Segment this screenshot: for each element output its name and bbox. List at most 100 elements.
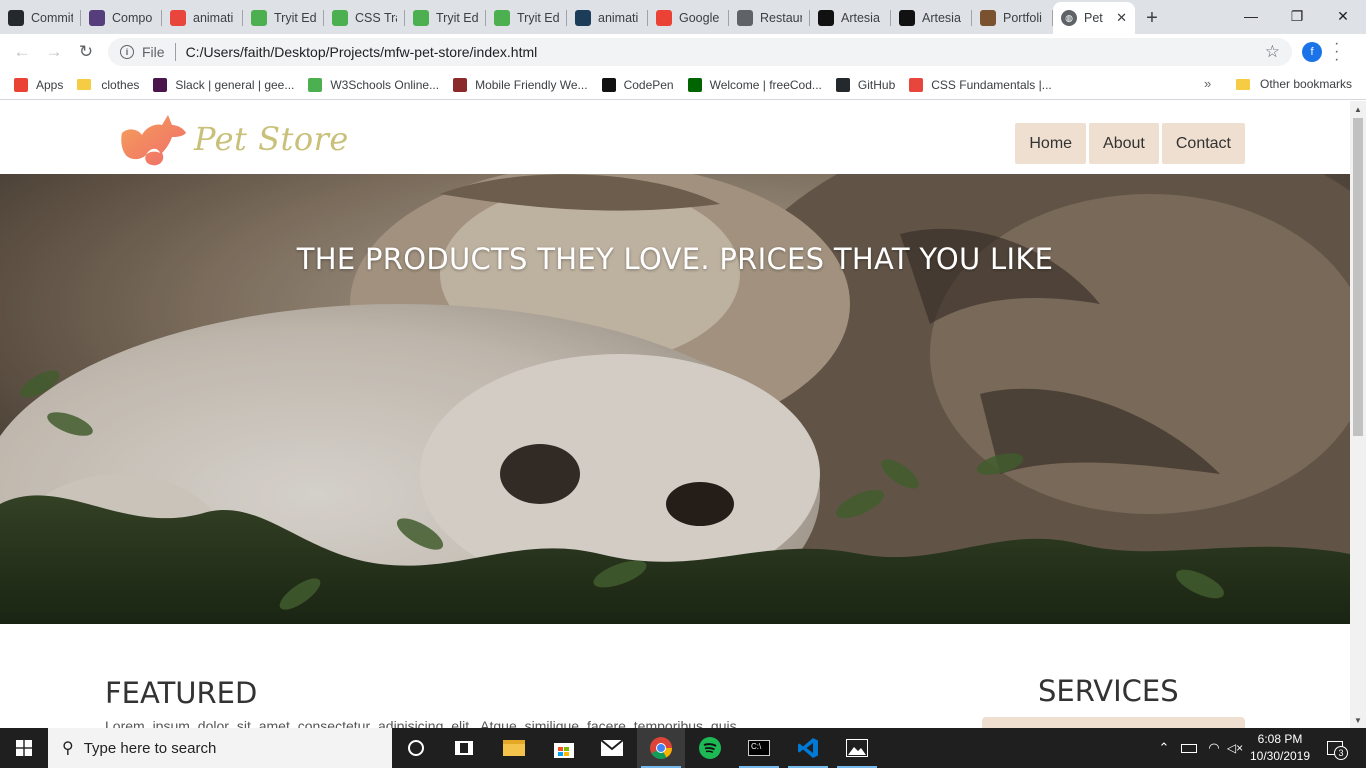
photos-icon[interactable]	[833, 728, 881, 768]
tab-5[interactable]: Tryit Ed	[405, 2, 486, 34]
battery-icon[interactable]	[1178, 728, 1200, 768]
cortana-icon[interactable]	[392, 728, 440, 768]
close-window-button[interactable]: ✕	[1320, 0, 1366, 32]
scroll-down-icon[interactable]: ▼	[1350, 712, 1366, 728]
globe-icon: ◍	[1061, 10, 1077, 26]
w3schools-icon	[494, 10, 510, 26]
chrome-icon[interactable]	[637, 728, 685, 768]
address-divider	[174, 43, 176, 61]
nav-about[interactable]: About	[1089, 123, 1159, 164]
bookmark-6[interactable]: Welcome | freeCod...	[687, 77, 822, 92]
freecodecamp-icon	[687, 77, 702, 92]
tab-2[interactable]: animati	[162, 2, 243, 34]
featured-heading: FEATURED	[105, 676, 258, 710]
github-icon	[835, 77, 850, 92]
reload-button[interactable]: ↻	[70, 38, 102, 66]
address-bar[interactable]: i File C:/Users/faith/Desktop/Projects/m…	[108, 38, 1292, 66]
bookmark-label: Apps	[36, 77, 64, 92]
nav-contact[interactable]: Contact	[1161, 123, 1245, 164]
bookmark-0[interactable]: Apps	[14, 77, 64, 92]
volume-muted-icon[interactable]: ◁×	[1225, 728, 1245, 768]
info-icon[interactable]: i	[120, 45, 134, 59]
star-icon[interactable]: ☆	[1265, 42, 1280, 62]
clock-date: 10/30/2019	[1249, 749, 1311, 763]
browser-toolbar: ← → ↻ i File C:/Users/faith/Desktop/Proj…	[0, 34, 1366, 70]
artesia-icon	[899, 10, 915, 26]
terminal-icon[interactable]: C:\	[735, 728, 783, 768]
tab-label: Pet	[1084, 11, 1103, 25]
search-icon: ⚲	[62, 740, 74, 757]
more-menu-icon[interactable]: · · ·	[1334, 36, 1339, 68]
file-explorer-icon[interactable]	[490, 728, 538, 768]
page-scrollbar[interactable]: ▲ ▼	[1350, 101, 1366, 728]
bookmark-8[interactable]: CSS Fundamentals |...	[909, 77, 1052, 92]
tab-label: Google	[679, 11, 720, 25]
notification-count: 3	[1334, 746, 1348, 760]
store-icon[interactable]	[540, 728, 588, 768]
tab-list: Commit Compo animati Tryit Ed CSS Tra Tryit E…	[0, 0, 1053, 34]
logo-text: Pet Store	[194, 120, 349, 158]
taskbar-search[interactable]: ⚲ Type here to search	[48, 728, 392, 768]
tab-label: CSS Tra	[355, 11, 397, 25]
scroll-up-icon[interactable]: ▲	[1350, 101, 1366, 117]
bookmarks-bar: Apps clothes Slack | general | gee... W3Sch…	[0, 70, 1366, 100]
google-icon	[656, 10, 672, 26]
tab-label: Artesia	[841, 11, 880, 25]
github-icon	[8, 10, 24, 26]
spotify-icon[interactable]	[686, 728, 734, 768]
tab-6[interactable]: Tryit Ed	[486, 2, 567, 34]
tab-3[interactable]: Tryit Ed	[243, 2, 324, 34]
css-icon	[909, 77, 924, 92]
start-button[interactable]	[0, 728, 48, 768]
nav-home[interactable]: Home	[1015, 123, 1087, 164]
tab-12[interactable]: Portfoli	[972, 2, 1053, 34]
tab-8[interactable]: Google	[648, 2, 729, 34]
more-bookmarks-button[interactable]: »	[1204, 76, 1211, 91]
featured-text: Lorem ipsum dolor sit amet consectetur a…	[105, 718, 737, 728]
bookmark-4[interactable]: Mobile Friendly We...	[453, 77, 588, 92]
task-view-icon[interactable]	[440, 728, 488, 768]
address-url[interactable]: C:/Users/faith/Desktop/Projects/mfw-pet-…	[186, 44, 538, 60]
bookmark-label: CSS Fundamentals |...	[931, 77, 1052, 92]
tab-label: animati	[598, 11, 639, 25]
tab-label: Artesia	[922, 11, 961, 25]
slack-icon	[153, 77, 168, 92]
bookmark-3[interactable]: W3Schools Online...	[308, 77, 439, 92]
other-bookmarks-label: Other bookmarks	[1260, 77, 1353, 91]
system-clock[interactable]: 6:08 PM 10/30/2019	[1245, 731, 1315, 765]
minimize-button[interactable]: —	[1228, 0, 1274, 32]
back-button[interactable]: ←	[6, 38, 38, 66]
other-bookmarks[interactable]: Other bookmarks	[1236, 77, 1352, 91]
tab-active[interactable]: ◍ Pet ✕	[1053, 2, 1135, 34]
site-logo[interactable]: Pet Store	[116, 109, 349, 169]
scrollbar-thumb[interactable]	[1353, 118, 1363, 436]
restore-button[interactable]: ❐	[1274, 0, 1320, 32]
codepen-icon	[601, 77, 616, 92]
tab-9[interactable]: Restaur	[729, 2, 810, 34]
tab-4[interactable]: CSS Tra	[324, 2, 405, 34]
profile-avatar[interactable]: f	[1302, 42, 1322, 62]
tab-1[interactable]: Compo	[81, 2, 162, 34]
apps-grid-icon	[14, 77, 28, 92]
bookmark-1[interactable]: clothes	[77, 78, 139, 92]
services-card	[982, 717, 1245, 728]
bookmark-label: Welcome | freeCod...	[709, 77, 822, 92]
tab-label: Compo	[112, 11, 153, 25]
vscode-icon[interactable]	[784, 728, 832, 768]
mail-icon[interactable]	[588, 728, 636, 768]
forward-button[interactable]: →	[38, 38, 70, 66]
tab-10[interactable]: Artesia	[810, 2, 891, 34]
tab-7[interactable]: animati	[567, 2, 648, 34]
whale-icon	[575, 10, 591, 26]
bookmark-7[interactable]: GitHub	[835, 77, 895, 92]
bookmark-2[interactable]: Slack | general | gee...	[153, 77, 294, 92]
bookmark-5[interactable]: CodePen	[601, 77, 674, 92]
close-icon[interactable]: ✕	[1116, 10, 1127, 26]
new-tab-button[interactable]: +	[1135, 2, 1169, 34]
tab-0[interactable]: Commit	[0, 2, 81, 34]
wifi-icon[interactable]: ◠	[1203, 728, 1225, 768]
clock-time: 6:08 PM	[1257, 732, 1303, 746]
notifications-icon[interactable]: 3	[1320, 728, 1350, 768]
show-hidden-icons[interactable]: ⌃	[1154, 728, 1174, 768]
tab-11[interactable]: Artesia	[891, 2, 972, 34]
